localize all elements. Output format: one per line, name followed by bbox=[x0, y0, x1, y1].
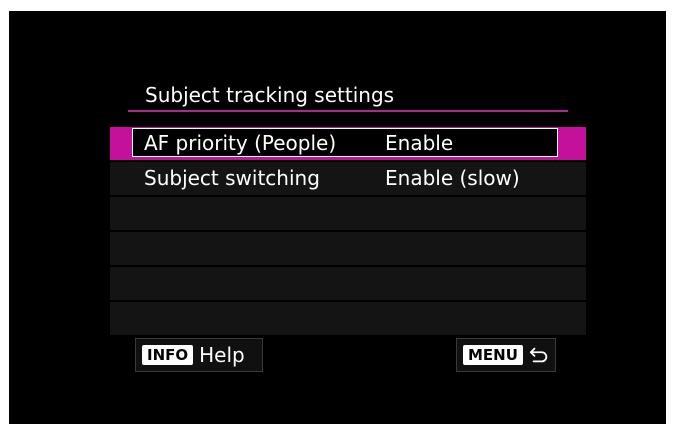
menu-item-af-priority[interactable]: AF priority (People) Enable bbox=[110, 127, 586, 160]
help-label: Help bbox=[199, 343, 245, 367]
empty-menu-row bbox=[110, 197, 586, 230]
menu-back-button[interactable]: MENU bbox=[456, 338, 556, 372]
menu-key-badge: MENU bbox=[463, 345, 523, 365]
return-arrow-icon bbox=[529, 347, 548, 363]
menu-item-label: AF priority (People) bbox=[144, 131, 337, 155]
empty-menu-row bbox=[110, 302, 586, 335]
menu-item-label: Subject switching bbox=[144, 166, 320, 190]
title-divider bbox=[128, 110, 568, 112]
menu-item-subject-switching[interactable]: Subject switching Enable (slow) bbox=[110, 162, 586, 195]
help-button[interactable]: INFO Help bbox=[135, 338, 263, 372]
settings-list: AF priority (People) Enable Subject swit… bbox=[110, 127, 586, 337]
camera-menu-screen: Subject tracking settings AF priority (P… bbox=[9, 11, 666, 424]
empty-menu-row bbox=[110, 232, 586, 265]
page-title: Subject tracking settings bbox=[145, 83, 395, 107]
menu-item-value: Enable (slow) bbox=[385, 166, 520, 190]
menu-item-value: Enable bbox=[385, 131, 454, 155]
empty-menu-row bbox=[110, 267, 586, 300]
info-key-badge: INFO bbox=[142, 345, 194, 365]
